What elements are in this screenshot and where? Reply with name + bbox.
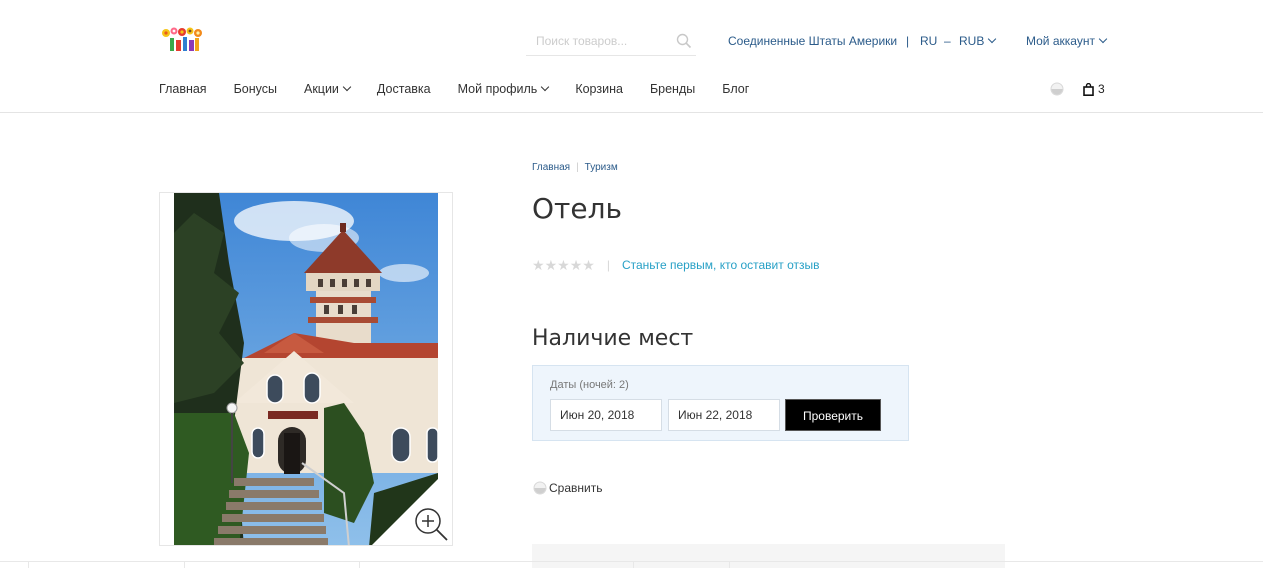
write-review-link[interactable]: Станьте первым, кто оставит отзыв [622, 258, 820, 272]
zoom-corner[interactable] [372, 465, 452, 545]
nav-item-delivery[interactable]: Доставка [377, 81, 431, 97]
star-icon: ★ [544, 257, 558, 273]
search-input[interactable] [526, 28, 666, 54]
shopping-bag-icon [1083, 82, 1094, 96]
divider [359, 561, 360, 568]
divider [184, 561, 185, 568]
nav-item-label: Бренды [649, 82, 696, 96]
product-gallery[interactable] [159, 192, 453, 546]
chevron-down-icon [541, 82, 550, 92]
compare-button[interactable]: Сравнить [533, 481, 602, 495]
chevron-down-icon [1098, 34, 1108, 44]
nav-item-label: Бонусы [233, 82, 277, 96]
currency-selector[interactable]: RUB [959, 33, 997, 49]
nav-item-promotions[interactable]: Акции [303, 81, 352, 97]
nav-item-cart[interactable]: Корзина [575, 81, 623, 97]
nav-item-label: Главная [159, 82, 207, 96]
divider: – [944, 34, 951, 48]
compare-icon [533, 481, 547, 495]
compare-label: Сравнить [549, 481, 603, 495]
account-label: Мой аккаунт [1026, 34, 1095, 48]
search-icon[interactable] [676, 33, 692, 49]
account-menu[interactable]: Мой аккаунт [1026, 33, 1108, 49]
star-icon: ★ [569, 257, 583, 273]
info-panel [532, 544, 1005, 568]
breadcrumb-category[interactable]: Туризм [585, 162, 618, 173]
nav-item-label: Корзина [575, 82, 623, 96]
nav-item-label: Блог [722, 82, 750, 96]
star-icon: ★ [582, 257, 595, 273]
compare-icon[interactable] [1050, 82, 1064, 96]
breadcrumb: Главная | Туризм [532, 162, 618, 174]
country-selector[interactable]: Соединенные Штаты Америки [728, 33, 897, 49]
check-availability-button[interactable]: Проверить [785, 399, 881, 431]
site-header: Соединенные Штаты Америки | RU – RUB Мой… [0, 0, 1263, 113]
cart-button[interactable]: 3 [1083, 81, 1105, 97]
chevron-down-icon [988, 34, 997, 44]
availability-title: Наличие мест [532, 326, 694, 351]
page-title: Отель [532, 192, 622, 225]
currency-label: RUB [959, 34, 985, 48]
divider: | [906, 34, 910, 48]
language-selector[interactable]: RU [920, 33, 937, 49]
divider [729, 561, 730, 568]
divider [0, 561, 1263, 562]
nav-item-label: Доставка [376, 82, 431, 96]
divider: | [606, 258, 610, 272]
check-out-date-field[interactable] [668, 399, 780, 431]
availability-panel: Даты (ночей: 2) Проверить [532, 365, 909, 441]
nav-item-brands[interactable]: Бренды [650, 81, 695, 97]
rating-row: ★★★★★ | Станьте первым, кто оставит отзы… [532, 257, 820, 273]
check-in-date-field[interactable] [550, 399, 662, 431]
divider [28, 561, 29, 568]
nav-item-blog[interactable]: Блог [722, 81, 749, 97]
star-icon: ★ [532, 257, 545, 273]
logo-icon[interactable] [160, 26, 204, 52]
dates-label: Даты (ночей: 2) [550, 379, 629, 391]
search-box [526, 28, 696, 56]
nav-item-bonuses[interactable]: Бонусы [234, 81, 277, 97]
nav-item-home[interactable]: Главная [159, 81, 207, 97]
star-rating: ★★★★★ [532, 258, 595, 272]
breadcrumb-home[interactable]: Главная [532, 162, 570, 173]
nav-item-profile[interactable]: Мой профиль [457, 81, 550, 97]
nav-item-label: Мой профиль [457, 82, 538, 96]
divider: | [576, 162, 579, 173]
chevron-down-icon [342, 82, 352, 92]
main-nav: Главная Бонусы Акции Доставка Мой профил… [159, 81, 749, 97]
cart-count: 3 [1098, 82, 1105, 96]
nav-item-label: Акции [303, 82, 339, 96]
divider [633, 561, 634, 568]
star-icon: ★ [557, 257, 570, 273]
